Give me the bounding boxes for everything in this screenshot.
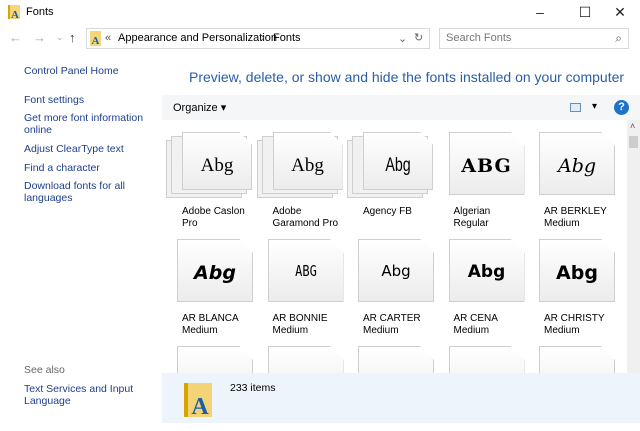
font-item[interactable]: [434, 334, 525, 373]
maximize-button[interactable]: ☐: [565, 2, 605, 24]
font-file-icon: Abg: [448, 239, 525, 302]
scrollbar-thumb[interactable]: [629, 136, 638, 148]
font-sample: Abg: [556, 262, 598, 284]
download-fonts-link[interactable]: Download fonts for all languages: [24, 180, 149, 204]
font-sample: ABG: [461, 155, 512, 177]
font-item[interactable]: [343, 334, 434, 373]
more-font-info-link[interactable]: Get more font information online: [24, 112, 149, 136]
window-title: Fonts: [26, 6, 54, 18]
up-button[interactable]: ↑: [69, 30, 76, 45]
title-bar: A Fonts – ☐ ✕: [0, 0, 640, 26]
organize-button[interactable]: Organize ▾: [173, 101, 226, 114]
font-sample: Abg: [291, 155, 324, 176]
font-sample: Abg: [194, 262, 236, 284]
font-file-icon: Abg: [539, 239, 615, 302]
font-item[interactable]: Abg Adobe Garamond Pro: [253, 120, 343, 229]
font-item[interactable]: Abg Agency FB: [343, 120, 433, 226]
font-sample: Abg: [381, 262, 411, 280]
font-file-icon: ABG: [267, 239, 344, 302]
minimize-button[interactable]: –: [520, 2, 560, 24]
back-button[interactable]: ←: [9, 30, 22, 45]
item-count: 233 items: [230, 382, 276, 394]
search-input[interactable]: Search Fonts ⌕: [439, 28, 629, 49]
page-heading: Preview, delete, or show and hide the fo…: [189, 69, 625, 85]
help-button[interactable]: ?: [614, 100, 629, 115]
font-file-icon: Abg: [177, 239, 253, 302]
font-file-icon: [539, 346, 615, 373]
control-panel-home-link[interactable]: Control Panel Home: [24, 65, 149, 77]
font-file-icon: [267, 346, 344, 373]
find-character-link[interactable]: Find a character: [24, 162, 149, 174]
font-file-icon: Abg: [363, 132, 433, 190]
font-item[interactable]: Abg Adobe Caslon Pro: [162, 120, 252, 229]
refresh-icon[interactable]: ↻: [414, 31, 423, 44]
breadcrumb-separator: ›: [261, 32, 265, 44]
font-item[interactable]: [162, 334, 253, 373]
overflow-chevron[interactable]: «: [105, 32, 111, 44]
view-icon[interactable]: [570, 103, 581, 112]
font-file-icon: Abg: [272, 132, 343, 190]
font-name: Agency FB: [363, 206, 412, 217]
font-sample: Abg: [467, 262, 506, 282]
breadcrumb-appearance[interactable]: Appearance and Personalization: [118, 32, 277, 44]
cleartype-link[interactable]: Adjust ClearType text: [24, 143, 149, 155]
close-button[interactable]: ✕: [600, 2, 640, 24]
font-item[interactable]: Abg AR BERKLEY Medium: [524, 120, 615, 229]
font-file-icon: [358, 346, 434, 373]
fonts-folder-icon: A: [184, 383, 212, 420]
font-item[interactable]: Abg AR CARTER Medium: [343, 227, 434, 336]
font-sample: ABG: [294, 262, 317, 280]
font-item[interactable]: [524, 334, 615, 373]
font-file-icon: Abg: [539, 132, 615, 195]
recent-locations-button[interactable]: ⌄: [56, 32, 64, 43]
font-file-icon: Abg: [358, 239, 434, 302]
font-sample: Abg: [385, 155, 411, 176]
scrollbar[interactable]: ˄: [627, 120, 640, 373]
address-dropdown[interactable]: ⌄: [398, 32, 407, 45]
toolbar: Organize ▾ ▾ ?: [162, 95, 640, 120]
font-item[interactable]: [253, 334, 344, 373]
details-pane: A 233 items: [162, 373, 640, 423]
see-also-heading: See also: [24, 364, 65, 376]
font-file-icon: ABG: [448, 132, 525, 195]
font-item[interactable]: Abg AR BLANCA Medium: [162, 227, 253, 336]
scroll-up-icon[interactable]: ˄: [630, 121, 635, 131]
font-file-icon: Abg: [182, 132, 252, 190]
font-settings-link[interactable]: Font settings: [24, 94, 149, 106]
fonts-folder-icon: A: [90, 31, 101, 47]
fonts-folder-icon: A: [8, 5, 20, 21]
font-item[interactable]: Abg AR CHRISTY Medium: [524, 227, 615, 336]
font-grid: Abg Adobe Caslon Pro Abg Adobe Garamond Pro…: [162, 120, 627, 373]
forward-button[interactable]: →: [33, 30, 46, 45]
font-file-icon: [177, 346, 253, 373]
search-icon[interactable]: ⌕: [615, 31, 622, 46]
font-sample: Abg: [557, 155, 597, 177]
font-item[interactable]: ABG AR BONNIE Medium: [253, 227, 344, 336]
font-file-icon: [448, 346, 525, 373]
font-sample: Abg: [200, 155, 234, 176]
view-dropdown[interactable]: ▾: [592, 101, 597, 112]
text-services-link[interactable]: Text Services and Input Language: [24, 383, 134, 407]
search-placeholder: Search Fonts: [446, 32, 512, 44]
font-item[interactable]: ABG Algerian Regular: [434, 120, 525, 229]
address-bar[interactable]: A « Appearance and Personalization › Fon…: [86, 28, 430, 49]
breadcrumb-fonts[interactable]: Fonts: [273, 32, 301, 44]
font-item[interactable]: Abg AR CENA Medium: [434, 227, 525, 336]
